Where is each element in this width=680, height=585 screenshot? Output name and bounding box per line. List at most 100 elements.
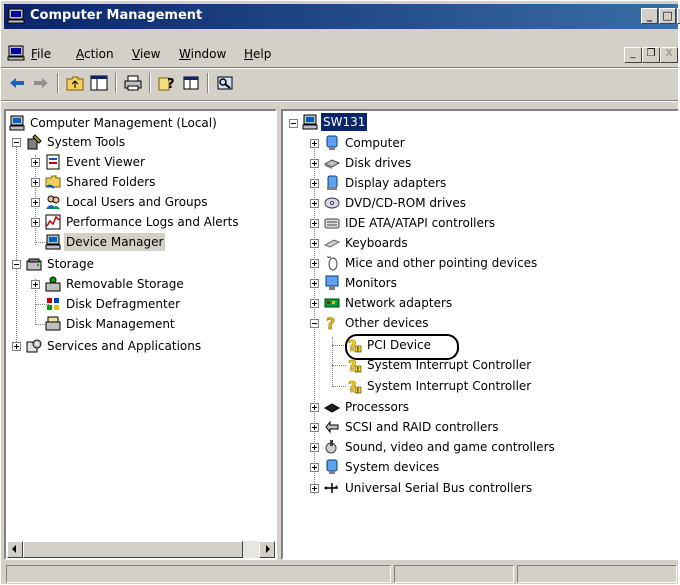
expand-toggle[interactable]: [31, 158, 40, 167]
svg-text:?: ?: [167, 77, 175, 91]
network-adapter-icon: [324, 298, 340, 308]
computer-icon: [9, 115, 25, 131]
tree-line: [332, 365, 346, 366]
scroll-left-button[interactable]: [7, 541, 23, 558]
status-cell: [6, 565, 391, 583]
warning-device-icon: ?!: [348, 337, 362, 354]
help-button[interactable]: ?: [156, 72, 178, 94]
svg-text:!: !: [357, 388, 360, 395]
users-icon: [46, 195, 60, 209]
toolbar-separator: [57, 73, 59, 93]
keyboard-icon: [324, 239, 340, 248]
expand-toggle[interactable]: [310, 484, 319, 493]
computer-management-window: Computer Management _ □ x File Action Vi…: [0, 0, 680, 585]
expand-toggle[interactable]: [310, 179, 319, 188]
warning-device-icon: ?!: [348, 378, 362, 395]
cdrom-icon: [324, 197, 340, 209]
up-one-level-button[interactable]: [64, 72, 86, 94]
collapse-toggle[interactable]: [12, 260, 21, 269]
back-arrow-icon: [10, 78, 24, 88]
menu-action[interactable]: Action: [76, 47, 114, 61]
expand-toggle[interactable]: [310, 443, 319, 452]
svg-text:!: !: [357, 347, 360, 354]
expand-toggle[interactable]: [31, 280, 40, 289]
device-tree-pane[interactable]: SW131 Computer Disk drives Display adapt…: [281, 109, 679, 560]
tools-icon: [27, 134, 42, 150]
toolbar-separator-line: [1, 100, 678, 102]
child-window-icon[interactable]: [7, 45, 25, 61]
expand-toggle[interactable]: [310, 299, 319, 308]
properties-button[interactable]: [180, 72, 202, 94]
scan-hardware-icon: [217, 76, 233, 90]
collapse-toggle[interactable]: [310, 319, 319, 328]
svg-text:!: !: [357, 367, 360, 374]
expand-toggle[interactable]: [310, 239, 319, 248]
right-arrow-icon: [266, 545, 270, 553]
printer-icon: [124, 75, 142, 91]
child-minimize-button[interactable]: _: [624, 47, 642, 63]
child-restore-button[interactable]: ❐: [642, 47, 660, 63]
menu-help[interactable]: Help: [244, 47, 271, 61]
expand-toggle[interactable]: [31, 218, 40, 227]
expand-toggle[interactable]: [31, 198, 40, 207]
tree-line: [16, 139, 17, 344]
scan-hardware-button[interactable]: [214, 72, 236, 94]
expand-toggle[interactable]: [12, 342, 21, 351]
system-devices-icon: [326, 459, 338, 474]
tree-line: [314, 139, 315, 494]
title-bar[interactable]: Computer Management _ □ x: [4, 4, 680, 29]
expand-toggle[interactable]: [310, 423, 319, 432]
window-title: Computer Management: [30, 8, 203, 23]
monitor-icon: [325, 275, 339, 290]
horizontal-scrollbar[interactable]: [7, 541, 275, 558]
console-tree-icon: [90, 75, 108, 91]
sound-icon: [325, 440, 337, 454]
properties-icon: [183, 76, 199, 90]
expand-toggle[interactable]: [310, 139, 319, 148]
shared-folder-icon: [45, 175, 61, 189]
collapse-toggle[interactable]: [12, 138, 21, 147]
maximize-button[interactable]: □: [659, 8, 676, 24]
print-button[interactable]: [122, 72, 144, 94]
computer-icon: [326, 135, 338, 150]
ide-controller-icon: [324, 218, 340, 229]
collapse-toggle[interactable]: [289, 119, 298, 128]
expand-toggle[interactable]: [310, 219, 319, 228]
storage-icon: [26, 258, 42, 271]
defragmenter-icon: [47, 298, 59, 310]
menu-separator: [1, 67, 678, 69]
back-button[interactable]: [6, 72, 28, 94]
child-close-button[interactable]: X: [660, 47, 678, 63]
menu-window[interactable]: Window: [179, 47, 226, 61]
forward-arrow-icon: [34, 78, 48, 88]
expand-toggle[interactable]: [310, 403, 319, 412]
event-viewer-icon: [46, 154, 60, 170]
warning-device-icon: ?!: [348, 357, 362, 374]
expand-toggle[interactable]: [310, 463, 319, 472]
forward-button[interactable]: [30, 72, 52, 94]
status-bar: [4, 563, 678, 585]
expand-toggle[interactable]: [310, 259, 319, 268]
disk-management-icon: [45, 316, 61, 331]
show-hide-tree-button[interactable]: [88, 72, 110, 94]
expand-toggle[interactable]: [31, 178, 40, 187]
tree-line: [332, 345, 346, 346]
expand-toggle[interactable]: [310, 199, 319, 208]
mouse-icon: [327, 255, 338, 271]
scroll-right-button[interactable]: [259, 541, 275, 558]
expand-toggle[interactable]: [310, 159, 319, 168]
toolbar-separator: [115, 73, 117, 93]
expand-toggle[interactable]: [310, 279, 319, 288]
minimize-button[interactable]: _: [641, 8, 658, 24]
toolbar: ?: [4, 70, 678, 96]
scroll-thumb[interactable]: [23, 541, 243, 558]
usb-icon: [324, 483, 338, 493]
device-manager-icon: [45, 234, 61, 250]
menu-view[interactable]: View: [132, 47, 160, 61]
unknown-device-icon: ?: [326, 315, 336, 331]
console-tree-pane[interactable]: Computer Management (Local) System Tools…: [4, 109, 277, 560]
scsi-icon: [325, 420, 339, 434]
child-window-controls: _ ❐ X: [624, 47, 678, 63]
menu-file[interactable]: File: [31, 47, 51, 61]
processor-icon: [324, 403, 340, 413]
